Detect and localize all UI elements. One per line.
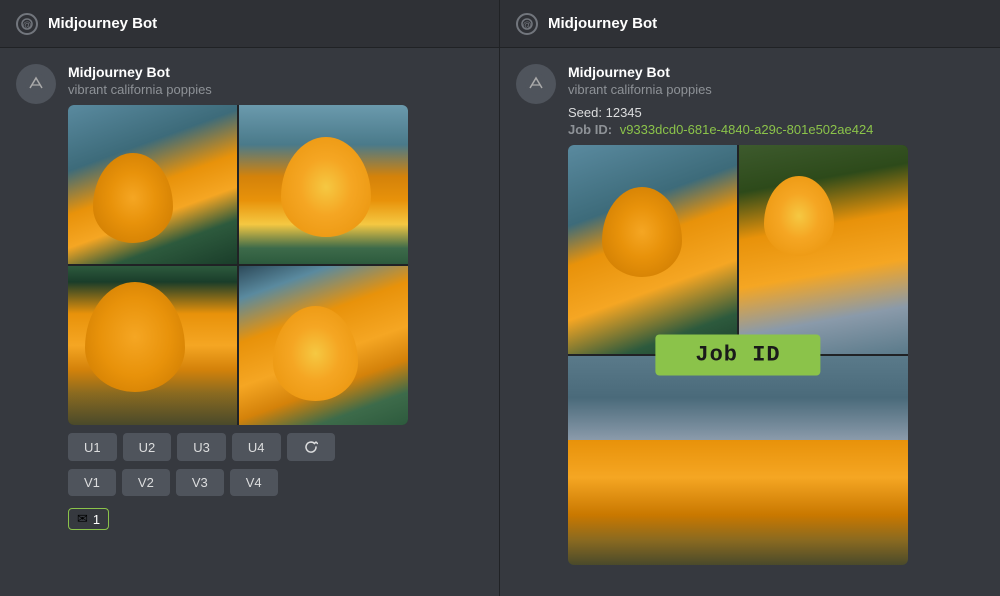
jobid-info: Job ID: v9333dcd0-681e-4840-a29c-801e502… <box>568 122 984 137</box>
seed-info: Seed: 12345 <box>568 105 984 120</box>
variation-buttons-row: V1 V2 V3 V4 <box>68 469 483 496</box>
svg-text:@: @ <box>22 20 31 30</box>
u2-button[interactable]: U2 <box>123 433 172 461</box>
right-header-icon: @ <box>516 13 538 35</box>
v4-button[interactable]: V4 <box>230 469 278 496</box>
right-message-author: Midjourney Bot <box>568 64 984 80</box>
image-grid-cell-bl <box>68 266 237 425</box>
u3-button[interactable]: U3 <box>177 433 226 461</box>
upscale-buttons-row: U1 U2 U3 U4 <box>68 433 483 461</box>
left-panel-content: Midjourney Bot vibrant california poppie… <box>0 48 499 596</box>
right-image-cell-tr <box>739 145 908 354</box>
jobid-value: v9333dcd0-681e-4840-a29c-801e502ae424 <box>620 122 874 137</box>
u1-button[interactable]: U1 <box>68 433 117 461</box>
left-panel: @ Midjourney Bot Midjourney Bot vibrant … <box>0 0 500 596</box>
left-header-title: Midjourney Bot <box>48 15 157 32</box>
right-message-subtitle: vibrant california poppies <box>568 82 984 97</box>
image-grid-cell-br <box>239 266 408 425</box>
right-bot-avatar <box>516 64 556 104</box>
left-message-block: Midjourney Bot vibrant california poppie… <box>16 64 483 530</box>
image-grid-cell-tr <box>239 105 408 264</box>
right-message-content: Midjourney Bot vibrant california poppie… <box>568 64 984 565</box>
envelope-icon: ✉ <box>77 511 88 527</box>
left-message-author: Midjourney Bot <box>68 64 483 80</box>
right-panel-header: @ Midjourney Bot <box>500 0 1000 48</box>
left-message-subtitle: vibrant california poppies <box>68 82 483 97</box>
left-message-content: Midjourney Bot vibrant california poppie… <box>68 64 483 530</box>
v3-button[interactable]: V3 <box>176 469 224 496</box>
u4-button[interactable]: U4 <box>232 433 281 461</box>
right-image-container: Job ID <box>568 145 908 565</box>
image-grid-cell-tl <box>68 105 237 264</box>
v1-button[interactable]: V1 <box>68 469 116 496</box>
reaction-badge[interactable]: ✉ 1 <box>68 508 109 530</box>
left-image-grid <box>68 105 408 425</box>
seed-value: 12345 <box>606 105 642 120</box>
job-id-overlay: Job ID <box>655 335 820 376</box>
left-bot-avatar <box>16 64 56 104</box>
svg-text:@: @ <box>522 20 531 30</box>
right-message-block: Midjourney Bot vibrant california poppie… <box>516 64 984 565</box>
jobid-label: Job ID: <box>568 122 612 137</box>
refresh-button[interactable] <box>287 433 335 461</box>
seed-label: Seed: <box>568 105 602 120</box>
v2-button[interactable]: V2 <box>122 469 170 496</box>
right-image-cell-tl <box>568 145 737 354</box>
job-id-overlay-text: Job ID <box>695 343 780 368</box>
right-panel-content: Midjourney Bot vibrant california poppie… <box>500 48 1000 596</box>
right-image-cell-bottom <box>568 356 908 565</box>
right-panel: @ Midjourney Bot Midjourney Bot vibrant … <box>500 0 1000 596</box>
left-panel-header: @ Midjourney Bot <box>0 0 499 48</box>
right-image-top-row <box>568 145 908 354</box>
message-footer: ✉ 1 <box>68 508 483 530</box>
reaction-count: 1 <box>93 512 100 527</box>
refresh-icon <box>303 439 319 455</box>
right-header-title: Midjourney Bot <box>548 15 657 32</box>
left-header-icon: @ <box>16 13 38 35</box>
